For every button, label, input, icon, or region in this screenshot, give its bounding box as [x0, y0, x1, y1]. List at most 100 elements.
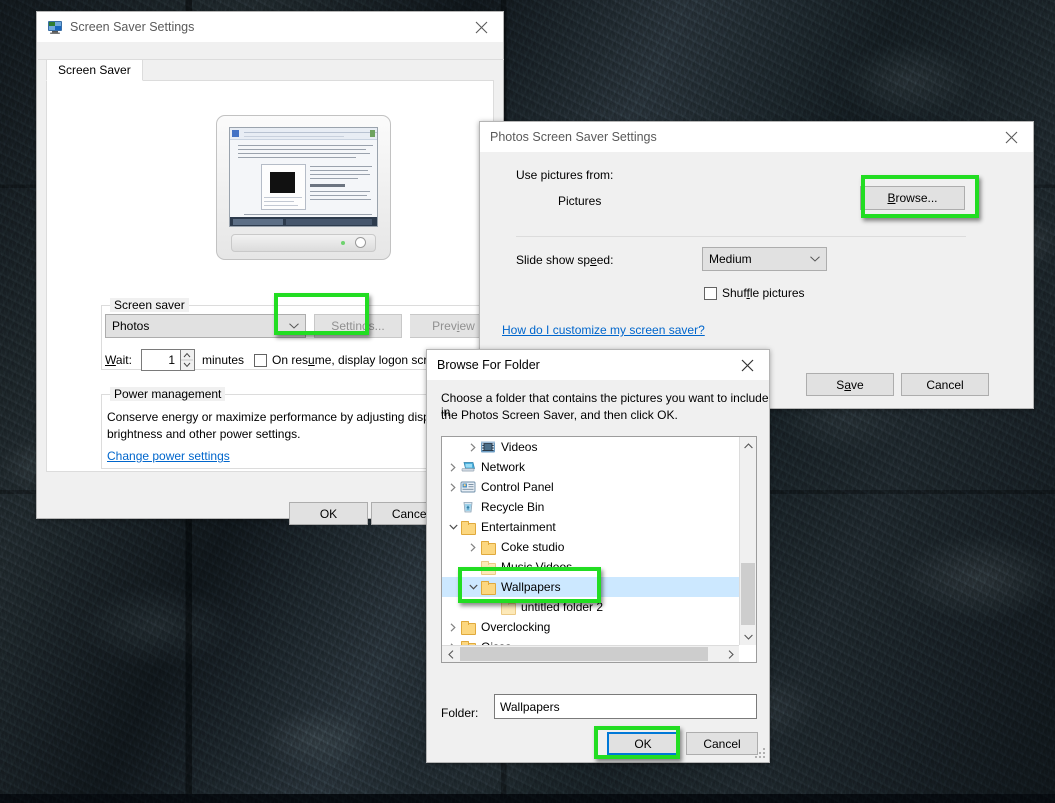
tree-item-label: Videos: [501, 440, 537, 454]
tree-horizontal-scrollbar[interactable]: [442, 645, 739, 662]
picture-source-value: Pictures: [558, 194, 601, 208]
taskbar[interactable]: [0, 794, 1055, 803]
folder-icon: [460, 520, 476, 534]
tree-item[interactable]: untitled folder 2: [442, 597, 739, 617]
settings-button-label: Settings...: [331, 319, 384, 333]
customize-screen-saver-link[interactable]: How do I customize my screen saver?: [502, 323, 705, 337]
scroll-up-button[interactable]: [740, 437, 757, 454]
folder-icon: [480, 540, 496, 554]
close-icon: [475, 21, 488, 34]
window-title: Screen Saver Settings: [70, 20, 194, 34]
ok-button[interactable]: OK: [607, 732, 679, 755]
tab-screen-saver[interactable]: Screen Saver: [46, 59, 143, 81]
tree-item-label: Entertainment: [481, 520, 556, 534]
scroll-thumb[interactable]: [741, 563, 755, 625]
close-button[interactable]: [989, 122, 1033, 152]
chevron-down-icon[interactable]: [446, 524, 460, 530]
chevron-right-icon[interactable]: [466, 443, 480, 452]
monitor-led: [341, 241, 345, 245]
close-button[interactable]: [459, 12, 503, 42]
chevron-down-icon[interactable]: [466, 584, 480, 590]
videos-icon: [480, 440, 496, 454]
browse-for-folder-dialog[interactable]: Browse For Folder Choose a folder that c…: [426, 349, 770, 763]
slide-show-speed-select[interactable]: Medium: [702, 247, 827, 271]
tree-item[interactable]: Network: [442, 457, 739, 477]
power-management-group-label: Power management: [110, 387, 225, 401]
wait-spinner[interactable]: [181, 349, 195, 371]
tree-item-label: Control Panel: [481, 480, 554, 494]
monitor-icon: [47, 19, 63, 35]
chevron-right-icon[interactable]: [466, 543, 480, 552]
slide-show-speed-label: Slide show speed:: [516, 253, 613, 267]
tree-item[interactable]: Recycle Bin: [442, 497, 739, 517]
tree-item[interactable]: Control Panel: [442, 477, 739, 497]
chevron-right-icon[interactable]: [446, 463, 460, 472]
tree-item-label: Wallpapers: [501, 580, 561, 594]
folder-tree[interactable]: Videos Network Control Panel Recycle Bin Ent…: [441, 436, 757, 663]
tree-vertical-scrollbar[interactable]: [739, 437, 756, 645]
tab-strip: [38, 42, 504, 60]
power-text-line2: brightness and other power settings.: [107, 427, 300, 441]
tree-item-label: Overclocking: [481, 620, 550, 634]
chevron-down-icon: [744, 634, 753, 640]
save-button[interactable]: Save: [806, 373, 894, 396]
wait-input[interactable]: 1: [141, 349, 181, 371]
folder-input[interactable]: Wallpapers: [494, 694, 757, 719]
titlebar[interactable]: Browse For Folder: [427, 350, 769, 380]
chevron-down-icon: [810, 256, 820, 262]
chevron-down-icon: [289, 323, 299, 329]
browse-button-label: Browse...: [887, 191, 937, 205]
close-icon: [741, 359, 754, 372]
chevron-right-icon[interactable]: [446, 483, 460, 492]
titlebar[interactable]: Screen Saver Settings: [37, 12, 503, 42]
cancel-button[interactable]: Cancel: [901, 373, 989, 396]
folder-icon: [500, 600, 516, 614]
ok-button[interactable]: OK: [289, 502, 368, 525]
close-icon: [1005, 131, 1018, 144]
tree-item-selected[interactable]: Wallpapers: [442, 577, 739, 597]
tree-item[interactable]: Entertainment: [442, 517, 739, 537]
monitor-power-button: [355, 237, 366, 248]
tree-item[interactable]: Coke studio: [442, 537, 739, 557]
tree-item-label: Music Videos: [501, 560, 572, 574]
save-button-label: Save: [836, 378, 863, 392]
browse-button[interactable]: Browse...: [860, 186, 965, 210]
divider: [516, 236, 966, 237]
resize-grip-icon[interactable]: [755, 748, 766, 759]
scroll-down-button[interactable]: [740, 628, 757, 645]
scroll-thumb[interactable]: [460, 647, 708, 661]
chevron-right-icon[interactable]: [446, 623, 460, 632]
network-icon: [460, 460, 476, 474]
scroll-left-button[interactable]: [442, 646, 459, 663]
use-pictures-from-label: Use pictures from:: [516, 168, 613, 182]
close-button[interactable]: [725, 350, 769, 380]
shuffle-pictures-checkbox[interactable]: [704, 287, 717, 300]
preview-screen: [229, 127, 378, 227]
tree-item-label: Network: [481, 460, 525, 474]
titlebar[interactable]: Photos Screen Saver Settings: [480, 122, 1033, 152]
settings-button[interactable]: Settings...: [314, 314, 402, 338]
tree-item[interactable]: Music Videos: [442, 557, 739, 577]
tree-item-label: Recycle Bin: [481, 500, 544, 514]
cancel-button-label: Cancel: [392, 507, 429, 521]
instruction-line2: the Photos Screen Saver, and then click …: [441, 408, 678, 422]
chevron-up-icon: [744, 443, 753, 449]
ok-button-label: OK: [634, 737, 651, 751]
chevron-left-icon: [448, 650, 454, 659]
tree-item[interactable]: Videos: [442, 437, 739, 457]
screensaver-select[interactable]: Photos: [105, 314, 306, 338]
scroll-right-button[interactable]: [722, 646, 739, 663]
folder-label: Folder:: [441, 706, 478, 720]
change-power-settings-link[interactable]: Change power settings: [107, 449, 230, 463]
cancel-button[interactable]: Cancel: [686, 732, 758, 755]
window-title: Browse For Folder: [437, 358, 540, 372]
chevron-right-icon: [728, 650, 734, 659]
tree-item[interactable]: Overclocking: [442, 617, 739, 637]
wait-value: 1: [168, 353, 175, 367]
folder-value: Wallpapers: [500, 700, 560, 714]
recycle-bin-icon: [460, 500, 476, 514]
folder-icon: [460, 620, 476, 634]
on-resume-checkbox[interactable]: [254, 354, 267, 367]
cancel-button-label: Cancel: [926, 378, 963, 392]
shuffle-pictures-label: Shuffle pictures: [722, 286, 805, 300]
